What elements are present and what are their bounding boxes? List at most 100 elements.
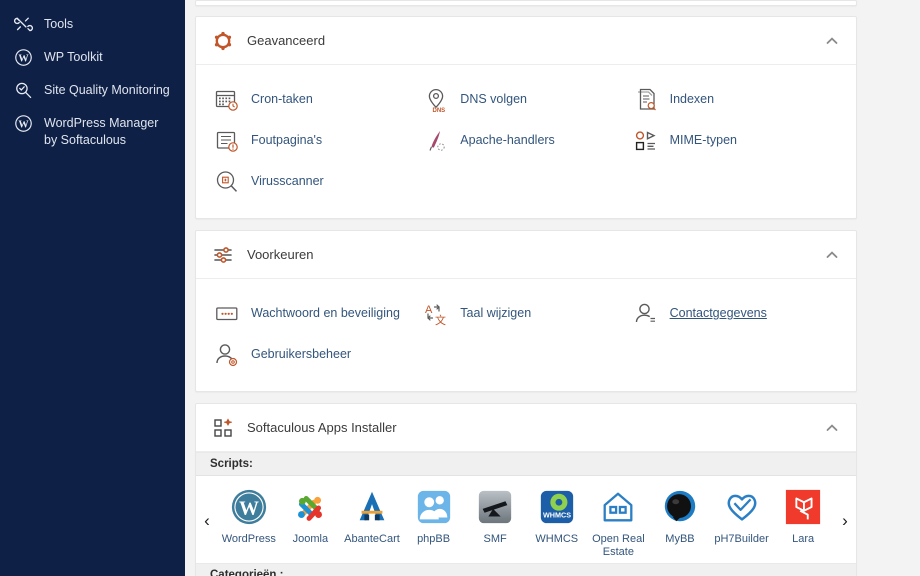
tool-label: Virusscanner <box>251 174 324 188</box>
tool-foutpaginas[interactable]: Foutpagina's <box>212 120 421 161</box>
script-item-abantecart[interactable]: AbanteCart <box>341 478 403 563</box>
scripts-next-arrow[interactable]: › <box>834 481 856 561</box>
mime-shapes-icon <box>633 128 659 154</box>
abantecart-logo <box>353 488 391 526</box>
scripts-band-label: Scripts: <box>196 452 856 476</box>
script-name: Joomla <box>292 533 329 545</box>
script-item-joomla[interactable]: Joomla <box>280 478 342 563</box>
scripts-carousel: ‹ W WordPress Joomla AbanteCart phpBB SM… <box>196 476 856 563</box>
tool-indexen[interactable]: Indexen <box>631 79 840 120</box>
script-item-smf[interactable]: SMF <box>464 478 526 563</box>
sliders-icon <box>211 243 235 267</box>
tool-taal-wijzigen[interactable]: A 文 Taal wijzigen <box>421 293 630 334</box>
wordpress-logo: W <box>230 488 268 526</box>
sidebar-item-label: WordPress Manager by Softaculous <box>44 116 159 147</box>
script-name: phpBB <box>417 533 451 545</box>
section-geavanceerd-body: Cron-taken DNS DNS volgen Indexen Foutpa… <box>196 65 856 218</box>
smf-logo <box>476 488 514 526</box>
svg-text:W: W <box>18 53 29 64</box>
script-name: WordPress <box>221 533 276 545</box>
script-item-whmcs[interactable]: WHMCS WHMCS <box>526 478 588 563</box>
tool-contactgegevens[interactable]: Contactgegevens <box>631 293 840 334</box>
tool-label: Indexen <box>669 92 715 106</box>
tool-label: Gebruikersbeheer <box>251 347 352 361</box>
previous-card-edge <box>195 0 857 6</box>
svg-text:W: W <box>239 498 259 520</box>
virus-scan-icon <box>214 169 240 195</box>
section-softaculous: Softaculous Apps Installer Scripts: ‹ W … <box>195 403 857 576</box>
tools-icon <box>13 15 34 34</box>
script-item-ph7builder[interactable]: pH7Builder <box>711 478 773 563</box>
script-name: pH7Builder <box>714 533 769 545</box>
contact-person-icon <box>633 301 659 327</box>
wordpress-icon: W <box>14 48 33 67</box>
sidebar-item-label: Site Quality Monitoring <box>44 83 170 97</box>
scripts-prev-arrow[interactable]: ‹ <box>196 481 218 561</box>
chevron-up-icon[interactable] <box>824 33 840 49</box>
sidebar-item-label: WP Toolkit <box>44 50 103 64</box>
tool-wachtwoord-en-beveiliging[interactable]: Wachtwoord en beveiliging <box>212 293 421 334</box>
tool-apache-handlers[interactable]: Apache-handlers <box>421 120 630 161</box>
section-voorkeuren-body: Wachtwoord en beveiliging A 文 Taal wijzi… <box>196 279 856 391</box>
section-geavanceerd-header[interactable]: Geavanceerd <box>196 17 856 65</box>
sidebar-item-wp-toolkit[interactable]: W WP Toolkit <box>0 41 185 74</box>
tool-label: Taal wijzigen <box>460 306 532 320</box>
script-name: WHMCS <box>535 533 579 545</box>
script-item-phpbb[interactable]: phpBB <box>403 478 465 563</box>
script-item-wordpress[interactable]: W WordPress <box>218 478 280 563</box>
document-search-icon <box>633 87 659 113</box>
svg-text:文: 文 <box>435 313 446 327</box>
mybb-logo <box>661 488 699 526</box>
script-item-mybb[interactable]: MyBB <box>649 478 711 563</box>
script-name: Lara <box>792 533 815 545</box>
section-title: Softaculous Apps Installer <box>247 420 397 435</box>
tool-label: Apache-handlers <box>460 133 555 147</box>
scripts-items: W WordPress Joomla AbanteCart phpBB SMF … <box>218 478 834 563</box>
section-title: Voorkeuren <box>247 247 314 262</box>
tool-label: Cron-taken <box>251 92 313 106</box>
dns-pin-icon: DNS <box>423 87 449 114</box>
script-item-laravel[interactable]: Lara <box>772 478 834 563</box>
section-voorkeuren-header[interactable]: Voorkeuren <box>196 231 856 279</box>
laravel-logo <box>784 488 822 526</box>
script-name: Open Real Estate <box>592 533 645 558</box>
tool-label: Contactgegevens <box>669 306 767 320</box>
tool-gebruikersbeheer[interactable]: Gebruikersbeheer <box>212 334 421 375</box>
chevron-up-icon[interactable] <box>824 247 840 263</box>
section-softaculous-header[interactable]: Softaculous Apps Installer <box>196 404 856 452</box>
tool-mime-typen[interactable]: MIME-typen <box>631 120 840 161</box>
tool-dns-volgen[interactable]: DNS DNS volgen <box>421 79 630 120</box>
tool-label: Wachtwoord en beveiliging <box>251 306 400 320</box>
tool-virusscanner[interactable]: Virusscanner <box>212 161 421 202</box>
whmcs-logo: WHMCS <box>538 488 576 526</box>
section-geavanceerd: Geavanceerd Cron-taken DNS DNS volgen In… <box>195 16 857 219</box>
joomla-logo <box>291 488 329 526</box>
translate-icon: A 文 <box>423 301 449 327</box>
chevron-up-icon[interactable] <box>824 420 840 436</box>
script-name: SMF <box>483 533 507 545</box>
script-name: MyBB <box>665 533 695 545</box>
ph7builder-logo <box>723 488 761 526</box>
user-manager-icon <box>214 342 240 368</box>
tool-label: Foutpagina's <box>251 133 323 147</box>
error-page-icon <box>214 128 240 154</box>
sidebar: Tools W WP Toolkit Site Quality Monitori… <box>0 0 185 576</box>
sidebar-item-tools[interactable]: Tools <box>0 8 185 41</box>
password-field-icon <box>214 301 240 327</box>
magnifier-check-icon <box>14 81 33 100</box>
wordpress-icon: W <box>14 114 33 133</box>
main-content: Geavanceerd Cron-taken DNS DNS volgen In… <box>185 0 920 576</box>
calendar-clock-icon <box>214 87 240 113</box>
script-item-open-real-estate[interactable]: Open Real Estate <box>588 478 650 563</box>
softaculous-squares-icon <box>211 416 235 440</box>
sidebar-item-wordpress-manager[interactable]: W WordPress Manager by Softaculous <box>0 107 185 156</box>
svg-text:DNS: DNS <box>433 108 446 113</box>
sidebar-item-site-quality-monitoring[interactable]: Site Quality Monitoring <box>0 74 185 107</box>
section-title: Geavanceerd <box>247 33 326 48</box>
script-name: AbanteCart <box>344 533 400 545</box>
svg-text:A: A <box>425 304 433 316</box>
tool-label: MIME-typen <box>669 133 737 147</box>
categories-band-label: Categorieën : <box>196 563 856 576</box>
tool-cron-taken[interactable]: Cron-taken <box>212 79 421 120</box>
tool-label: DNS volgen <box>460 92 527 106</box>
